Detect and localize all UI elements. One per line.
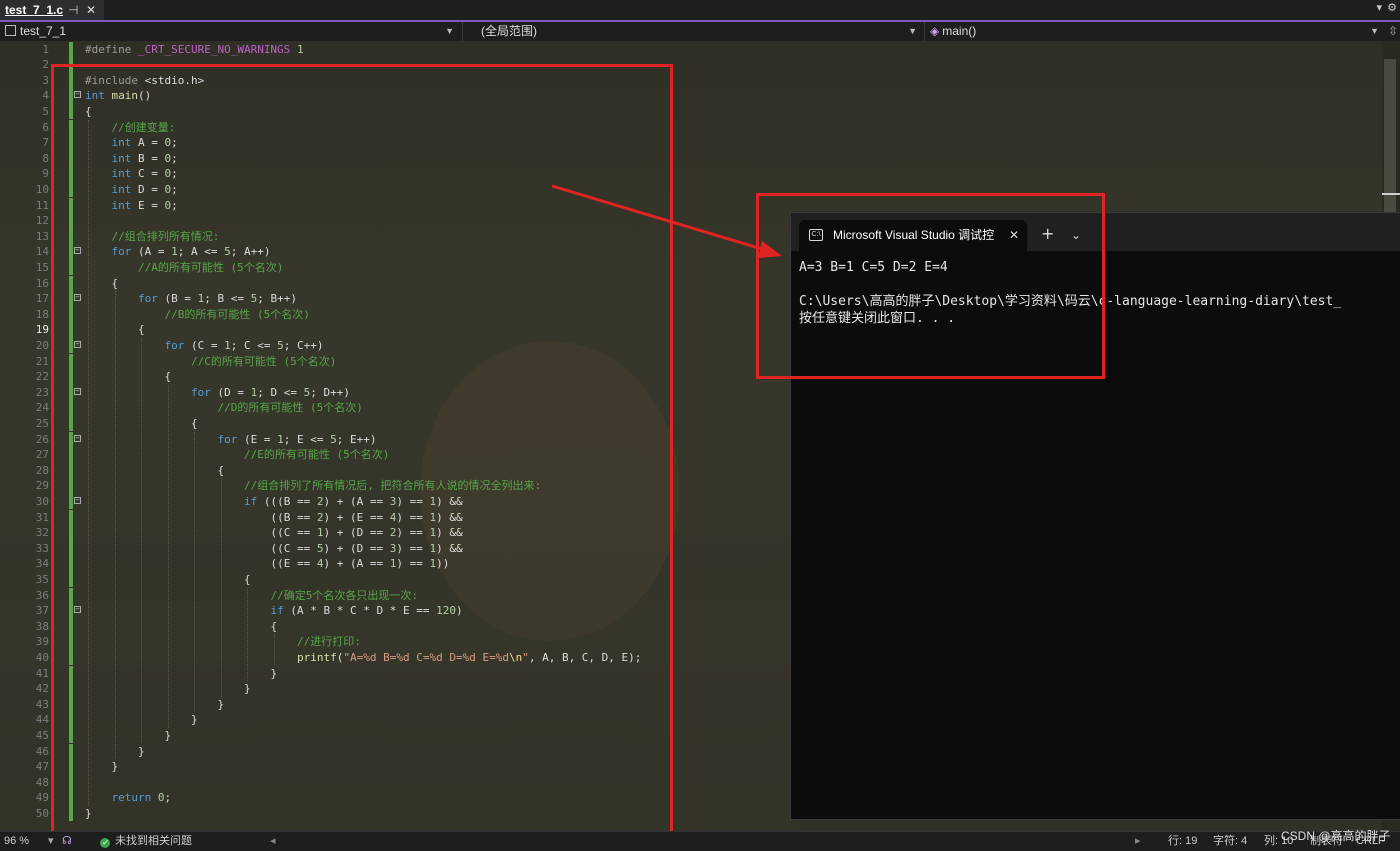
zoom-level[interactable]: 96 % — [4, 832, 29, 850]
issues-indicator[interactable]: ✓ 未找到相关问题 — [100, 832, 192, 850]
zoom-dropdown-icon[interactable]: ▾ — [48, 832, 54, 850]
status-bar: 96 % ▾ ☊ ✓ 未找到相关问题 ◂ ▸ 行: 19 字符: 4 列: 10 … — [0, 829, 1400, 851]
watermark: CSDN @高高的胖子 — [1281, 829, 1391, 843]
check-icon: ✓ — [100, 838, 110, 848]
scroll-right-icon[interactable]: ▸ — [1135, 832, 1141, 850]
issues-label: 未找到相关问题 — [115, 835, 192, 847]
annotation-arrow — [551, 184, 782, 258]
char-indicator[interactable]: 字符: 4 — [1213, 832, 1247, 850]
line-indicator[interactable]: 行: 19 — [1168, 832, 1197, 850]
scroll-left-icon[interactable]: ◂ — [270, 832, 276, 850]
copilot-icon[interactable]: ☊ — [62, 832, 72, 850]
